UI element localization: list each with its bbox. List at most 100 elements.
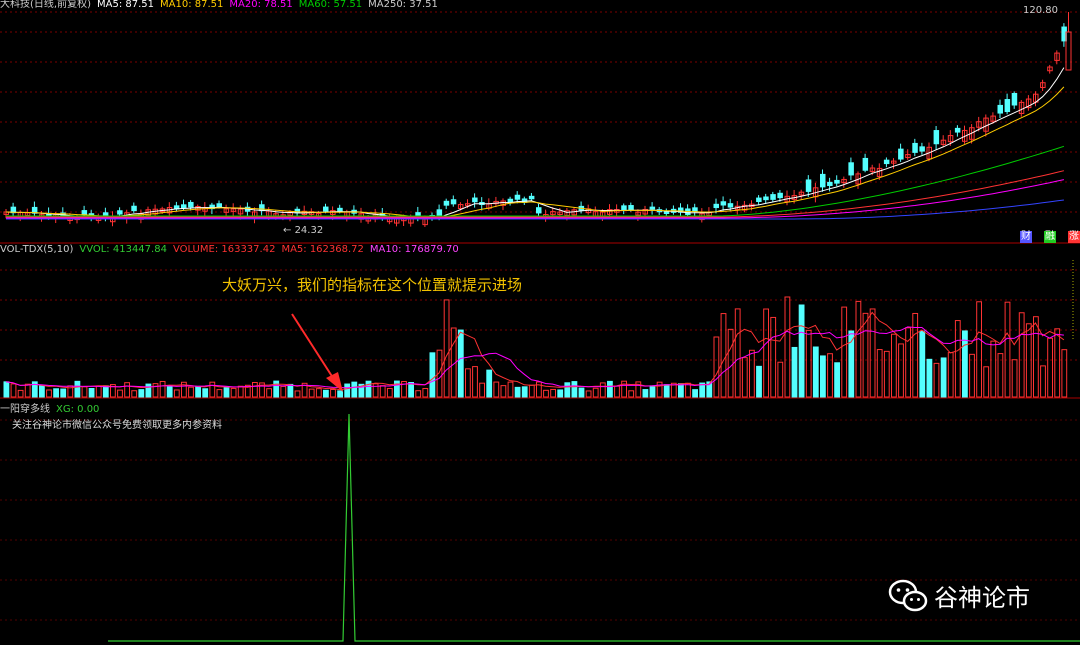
volume-bars xyxy=(3,260,1074,398)
candle-body xyxy=(720,201,727,206)
volume-bar xyxy=(17,389,24,398)
volume-bar xyxy=(308,388,315,398)
volume-bar xyxy=(947,352,954,398)
candle-body xyxy=(294,208,301,214)
volume-bar xyxy=(898,343,904,398)
volume-bar xyxy=(209,381,216,398)
volume-header-item-2: VOLUME: 163337.42 xyxy=(172,244,276,255)
volume-bar xyxy=(39,385,45,398)
volume-bar xyxy=(280,385,287,398)
candle-body xyxy=(727,203,734,208)
volume-bar xyxy=(60,388,67,398)
volume-bar xyxy=(500,385,507,398)
volume-bar xyxy=(727,328,734,398)
candle-body xyxy=(1011,92,1018,106)
volume-bar xyxy=(954,320,961,398)
candle-body xyxy=(954,127,961,133)
candle-body xyxy=(649,206,656,210)
volume-bar xyxy=(145,383,152,398)
volume-bar xyxy=(1011,359,1018,398)
volume-bar xyxy=(102,385,109,398)
candle-body xyxy=(323,206,329,212)
volume-bar xyxy=(138,389,145,398)
candle-body xyxy=(117,210,123,215)
volume-bar xyxy=(599,382,606,398)
volume-bar xyxy=(479,382,486,398)
volume-bar xyxy=(876,349,883,398)
volume-bar xyxy=(741,357,748,398)
volume-bar xyxy=(940,357,947,398)
volume-bar xyxy=(926,358,933,398)
volume-bar xyxy=(514,386,521,398)
volume-bar xyxy=(159,380,166,398)
candle-body xyxy=(933,130,940,145)
volume-bar xyxy=(720,313,727,398)
volume-bar xyxy=(230,387,237,398)
candle-body xyxy=(628,205,634,211)
candle-body xyxy=(337,207,343,212)
volume-bar xyxy=(756,365,762,398)
volume-bar xyxy=(408,382,415,398)
indicator-header-item-0: 一阳穿多线 xyxy=(0,404,50,415)
volume-bar xyxy=(969,353,975,398)
candle-body xyxy=(763,196,769,201)
annotation-text: 大妖万兴，我们的指标在这个位置就提示进场 xyxy=(222,276,523,294)
volume-bar xyxy=(820,355,826,398)
volume-bar xyxy=(216,389,223,398)
indicator-note: 关注谷神论市微信公众号免费领取更多内参资料 xyxy=(12,420,222,431)
badge-0: 财 xyxy=(1020,231,1032,243)
volume-bar xyxy=(1018,312,1025,398)
volume-bar xyxy=(465,368,471,398)
watermark: 谷神论市 xyxy=(888,578,1030,613)
chart-canvas[interactable] xyxy=(0,0,1080,645)
candle-body xyxy=(663,210,670,215)
moving-average-lines xyxy=(5,67,1065,220)
volume-header-item-3: MA5: 162368.72 xyxy=(281,244,364,255)
annotation-arrow xyxy=(291,313,343,392)
volume-bar xyxy=(365,380,372,398)
candle-body xyxy=(181,204,187,209)
badge-2: 涨 xyxy=(1068,231,1080,243)
volume-bar xyxy=(990,340,997,398)
volume-bar xyxy=(862,312,869,398)
volume-bar xyxy=(372,383,379,398)
candle-body xyxy=(621,205,627,211)
candle-body xyxy=(536,207,542,214)
volume-panel-header: VOL-TDX(5,10) VVOL: 413447.84 VOLUME: 1633… xyxy=(0,244,465,255)
volume-bar xyxy=(1040,365,1046,398)
volume-bar xyxy=(386,387,393,398)
candle-body xyxy=(820,173,826,188)
candle-body xyxy=(713,203,719,209)
volume-bar xyxy=(933,362,940,398)
volume-bar xyxy=(834,362,841,398)
badge-1: 融 xyxy=(1044,231,1056,243)
volume-bar xyxy=(53,388,60,398)
volume-bar xyxy=(521,386,528,398)
candle-body xyxy=(443,200,450,206)
volume-bar xyxy=(543,389,549,398)
volume-bar xyxy=(841,306,848,398)
ma5-line xyxy=(5,67,1065,219)
volume-bar xyxy=(678,383,684,398)
volume-bar xyxy=(585,390,592,398)
arrow-shaft xyxy=(291,313,336,382)
candle-body xyxy=(898,148,904,160)
volume-bar xyxy=(173,389,180,398)
volume-bar xyxy=(571,381,578,398)
volume-bar xyxy=(607,380,613,398)
volume-bar xyxy=(323,389,329,398)
volume-bar xyxy=(95,385,102,398)
volume-bar xyxy=(550,388,557,398)
volume-bar xyxy=(592,387,599,398)
volume-bar xyxy=(81,386,88,398)
candle-body xyxy=(216,203,222,207)
volume-bar xyxy=(919,330,926,398)
volume-bar xyxy=(798,304,805,398)
volume-bar xyxy=(266,388,273,398)
volume-bar xyxy=(578,387,585,398)
volume-bar xyxy=(337,390,344,398)
volume-bar xyxy=(124,382,130,398)
candle-body xyxy=(777,192,783,199)
candle-body xyxy=(912,142,918,153)
candle-body xyxy=(827,181,833,187)
